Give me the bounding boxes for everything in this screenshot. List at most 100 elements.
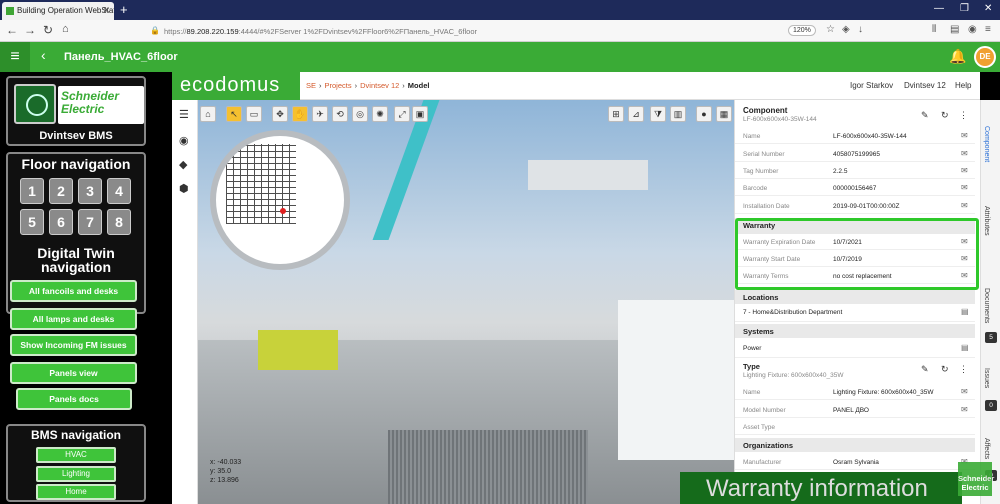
zoom-level[interactable]: 120% bbox=[788, 25, 816, 36]
measure-icon[interactable]: ▭ bbox=[246, 106, 262, 122]
refresh-type-icon[interactable]: ↻ bbox=[941, 364, 949, 375]
comment-icon[interactable]: ✉ bbox=[961, 201, 968, 210]
show-fm-issues-button[interactable]: Show Incoming FM issues bbox=[10, 334, 137, 356]
minimap[interactable] bbox=[210, 130, 350, 270]
minimize-icon[interactable]: — bbox=[934, 3, 944, 14]
system-row[interactable]: Power ▤ bbox=[735, 340, 975, 358]
home-view-icon[interactable]: ⌂ bbox=[200, 106, 216, 122]
hamburger-menu-icon[interactable]: ≡ bbox=[0, 42, 30, 72]
floor-6-button[interactable]: 6 bbox=[49, 209, 73, 235]
user-name[interactable]: Igor Starkov bbox=[850, 81, 893, 90]
explode-icon[interactable]: ✺ bbox=[372, 106, 388, 122]
list-icon[interactable]: ☰ bbox=[179, 108, 189, 121]
browser-tab-bar: Building Operation WebStation ✕ + — ❐ ✕ bbox=[0, 0, 1000, 20]
bookmark-star-icon[interactable]: ☆ bbox=[826, 24, 835, 35]
filter-icon[interactable]: ⧩ bbox=[650, 106, 666, 122]
bell-icon[interactable]: 🔔 bbox=[949, 48, 966, 65]
floor-8-button[interactable]: 8 bbox=[107, 209, 131, 235]
window-close-icon[interactable]: ✕ bbox=[984, 3, 992, 14]
edit-type-icon[interactable]: ✎ bbox=[921, 364, 929, 375]
property-key: Barcode bbox=[743, 185, 768, 192]
fly-icon[interactable]: ✈ bbox=[312, 106, 328, 122]
menu-icon[interactable]: ≡ bbox=[985, 24, 991, 35]
list-icon[interactable]: ▤ bbox=[961, 343, 969, 352]
layers-icon[interactable]: ◆ bbox=[179, 158, 187, 171]
browser-tab[interactable]: Building Operation WebStation ✕ bbox=[2, 2, 114, 20]
coord-y: y: 35.0 bbox=[210, 468, 232, 475]
url-field[interactable]: 🔒 https://89.208.220.159:4444/#%2FServer… bbox=[148, 24, 808, 39]
floor-2-button[interactable]: 2 bbox=[49, 178, 73, 204]
pocket-icon[interactable]: ◈ bbox=[842, 24, 850, 35]
tab-component[interactable]: Component bbox=[983, 126, 990, 162]
floor-4-button[interactable]: 4 bbox=[107, 178, 131, 204]
hvac-button[interactable]: HVAC bbox=[36, 447, 116, 463]
avatar[interactable]: DE bbox=[974, 46, 996, 68]
cube-icon[interactable]: ⬢ bbox=[179, 182, 189, 195]
ecodomus-logo[interactable]: ecodomus bbox=[172, 72, 300, 100]
maximize-icon[interactable]: ❐ bbox=[960, 3, 969, 14]
close-tab-icon[interactable]: ✕ bbox=[102, 5, 110, 16]
tab-documents[interactable]: Documents bbox=[983, 288, 990, 323]
panels-view-button[interactable]: Panels view bbox=[10, 362, 137, 384]
locations-section-header[interactable]: Locations bbox=[735, 290, 975, 304]
help-link[interactable]: Help bbox=[955, 81, 971, 90]
comment-icon[interactable]: ✉ bbox=[961, 131, 968, 140]
floor-7-button[interactable]: 7 bbox=[78, 209, 102, 235]
pan-icon[interactable]: ✥ bbox=[272, 106, 288, 122]
markup-icon[interactable]: ⤢ bbox=[394, 106, 410, 122]
chart-icon[interactable]: ⊿ bbox=[628, 106, 644, 122]
breadcrumb-se[interactable]: SE bbox=[306, 81, 316, 90]
walk-icon[interactable]: ✋ bbox=[292, 106, 308, 122]
reload-icon[interactable]: ↻ bbox=[43, 23, 53, 37]
property-value: 2019-09-01T00:00:00Z bbox=[833, 203, 900, 210]
more-type-icon[interactable]: ⋮ bbox=[959, 364, 968, 375]
back-arrow-icon[interactable]: ‹ bbox=[41, 47, 46, 63]
account-icon[interactable]: ◉ bbox=[968, 24, 977, 35]
download-icon[interactable]: ↓ bbox=[858, 24, 863, 35]
systems-section-header[interactable]: Systems bbox=[735, 324, 975, 338]
comment-icon[interactable]: ✉ bbox=[961, 149, 968, 158]
panels-docs-button[interactable]: Panels docs bbox=[16, 388, 132, 410]
select-icon[interactable]: ↖ bbox=[226, 106, 242, 122]
fit-view-icon[interactable]: ⊞ bbox=[608, 106, 624, 122]
library-icon[interactable]: ⫴ bbox=[932, 24, 936, 35]
panel-icon[interactable]: ▥ bbox=[670, 106, 686, 122]
section-icon[interactable]: ◎ bbox=[352, 106, 368, 122]
project-name[interactable]: Dvintsev 12 bbox=[904, 81, 946, 90]
refresh-icon[interactable]: ↻ bbox=[941, 110, 949, 121]
orbit-icon[interactable]: ⟲ bbox=[332, 106, 348, 122]
all-lamps-button[interactable]: All lamps and desks bbox=[10, 308, 137, 330]
tab-affects[interactable]: Affects bbox=[983, 438, 990, 459]
grid-icon[interactable]: ▦ bbox=[716, 106, 732, 122]
back-icon[interactable]: ← bbox=[6, 23, 18, 37]
comment-icon[interactable]: ✉ bbox=[961, 183, 968, 192]
tab-issues[interactable]: Issues bbox=[983, 368, 990, 388]
organizations-section-header[interactable]: Organizations bbox=[735, 438, 975, 452]
breadcrumb-projects[interactable]: Projects bbox=[325, 81, 352, 90]
floor-1-button[interactable]: 1 bbox=[20, 178, 44, 204]
all-fancoils-button[interactable]: All fancoils and desks bbox=[10, 280, 137, 302]
sphere-icon[interactable]: ● bbox=[696, 106, 712, 122]
model-viewport[interactable]: ⌂ ↖ ▭ ✥ ✋ ✈ ⟲ ◎ ✺ ⤢ ▣ ⊞ ⊿ ⧩ ▥ ● ▦ x: -40… bbox=[198, 100, 734, 504]
settings-icon[interactable]: ▣ bbox=[412, 106, 428, 122]
edit-icon[interactable]: ✎ bbox=[921, 110, 929, 121]
location-row[interactable]: 7 - Home&Distribution Department ▤ bbox=[735, 304, 975, 322]
position-marker-icon bbox=[280, 208, 286, 214]
organization-row: Manufacturer Osram Sylvania ✉ bbox=[735, 454, 975, 470]
home-icon[interactable]: ⌂ bbox=[62, 23, 69, 35]
forward-icon[interactable]: → bbox=[24, 23, 36, 37]
list-icon[interactable]: ▤ bbox=[961, 307, 969, 316]
new-tab-icon[interactable]: + bbox=[120, 2, 128, 17]
sidebar-icon[interactable]: ▤ bbox=[950, 24, 959, 35]
comment-icon[interactable]: ✉ bbox=[961, 387, 968, 396]
tab-attributes[interactable]: Attributes bbox=[983, 206, 990, 236]
comment-icon[interactable]: ✉ bbox=[961, 166, 968, 175]
more-icon[interactable]: ⋮ bbox=[959, 110, 968, 121]
floor-3-button[interactable]: 3 bbox=[78, 178, 102, 204]
comment-icon[interactable]: ✉ bbox=[961, 405, 968, 414]
breadcrumb-project[interactable]: Dvintsev 12 bbox=[360, 81, 399, 90]
lighting-button[interactable]: Lighting bbox=[36, 466, 116, 482]
home-button[interactable]: Home bbox=[36, 484, 116, 500]
eye-icon[interactable]: ◉ bbox=[179, 134, 189, 147]
floor-5-button[interactable]: 5 bbox=[20, 209, 44, 235]
